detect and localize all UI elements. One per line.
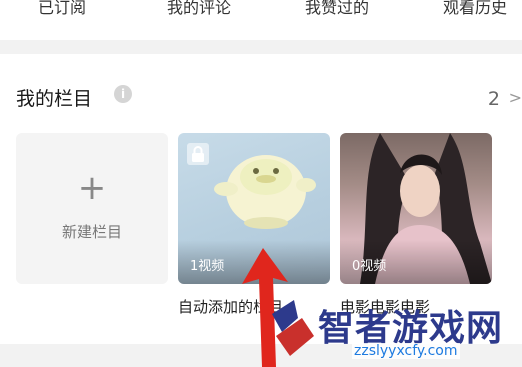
column-count[interactable]: 2 (488, 88, 500, 110)
chevron-right-icon[interactable]: > (509, 88, 522, 107)
mascot-illustration (214, 155, 316, 229)
top-tab-strip: 已订阅 我的评论 我赞过的 观看历史 (0, 0, 522, 40)
plus-icon: + (77, 168, 107, 208)
video-count: 0视频 (352, 259, 387, 274)
tab-liked[interactable]: 我赞过的 (305, 0, 369, 18)
new-column-card[interactable]: + 新建栏目 (16, 133, 168, 284)
info-icon[interactable]: i (114, 85, 132, 103)
tab-subscribed[interactable]: 已订阅 (38, 0, 86, 18)
watermark-url: zzslyyxcfy.com (352, 343, 460, 359)
tab-my-comments[interactable]: 我的评论 (167, 0, 231, 18)
video-count: 1视频 (190, 259, 225, 274)
new-column-label: 新建栏目 (61, 223, 122, 241)
watermark-logo-icon (272, 300, 314, 356)
tab-watch-history[interactable]: 观看历史 (443, 0, 507, 18)
movie-column-card[interactable]: 0视频 (340, 133, 492, 284)
section-title: 我的栏目 (16, 88, 93, 110)
